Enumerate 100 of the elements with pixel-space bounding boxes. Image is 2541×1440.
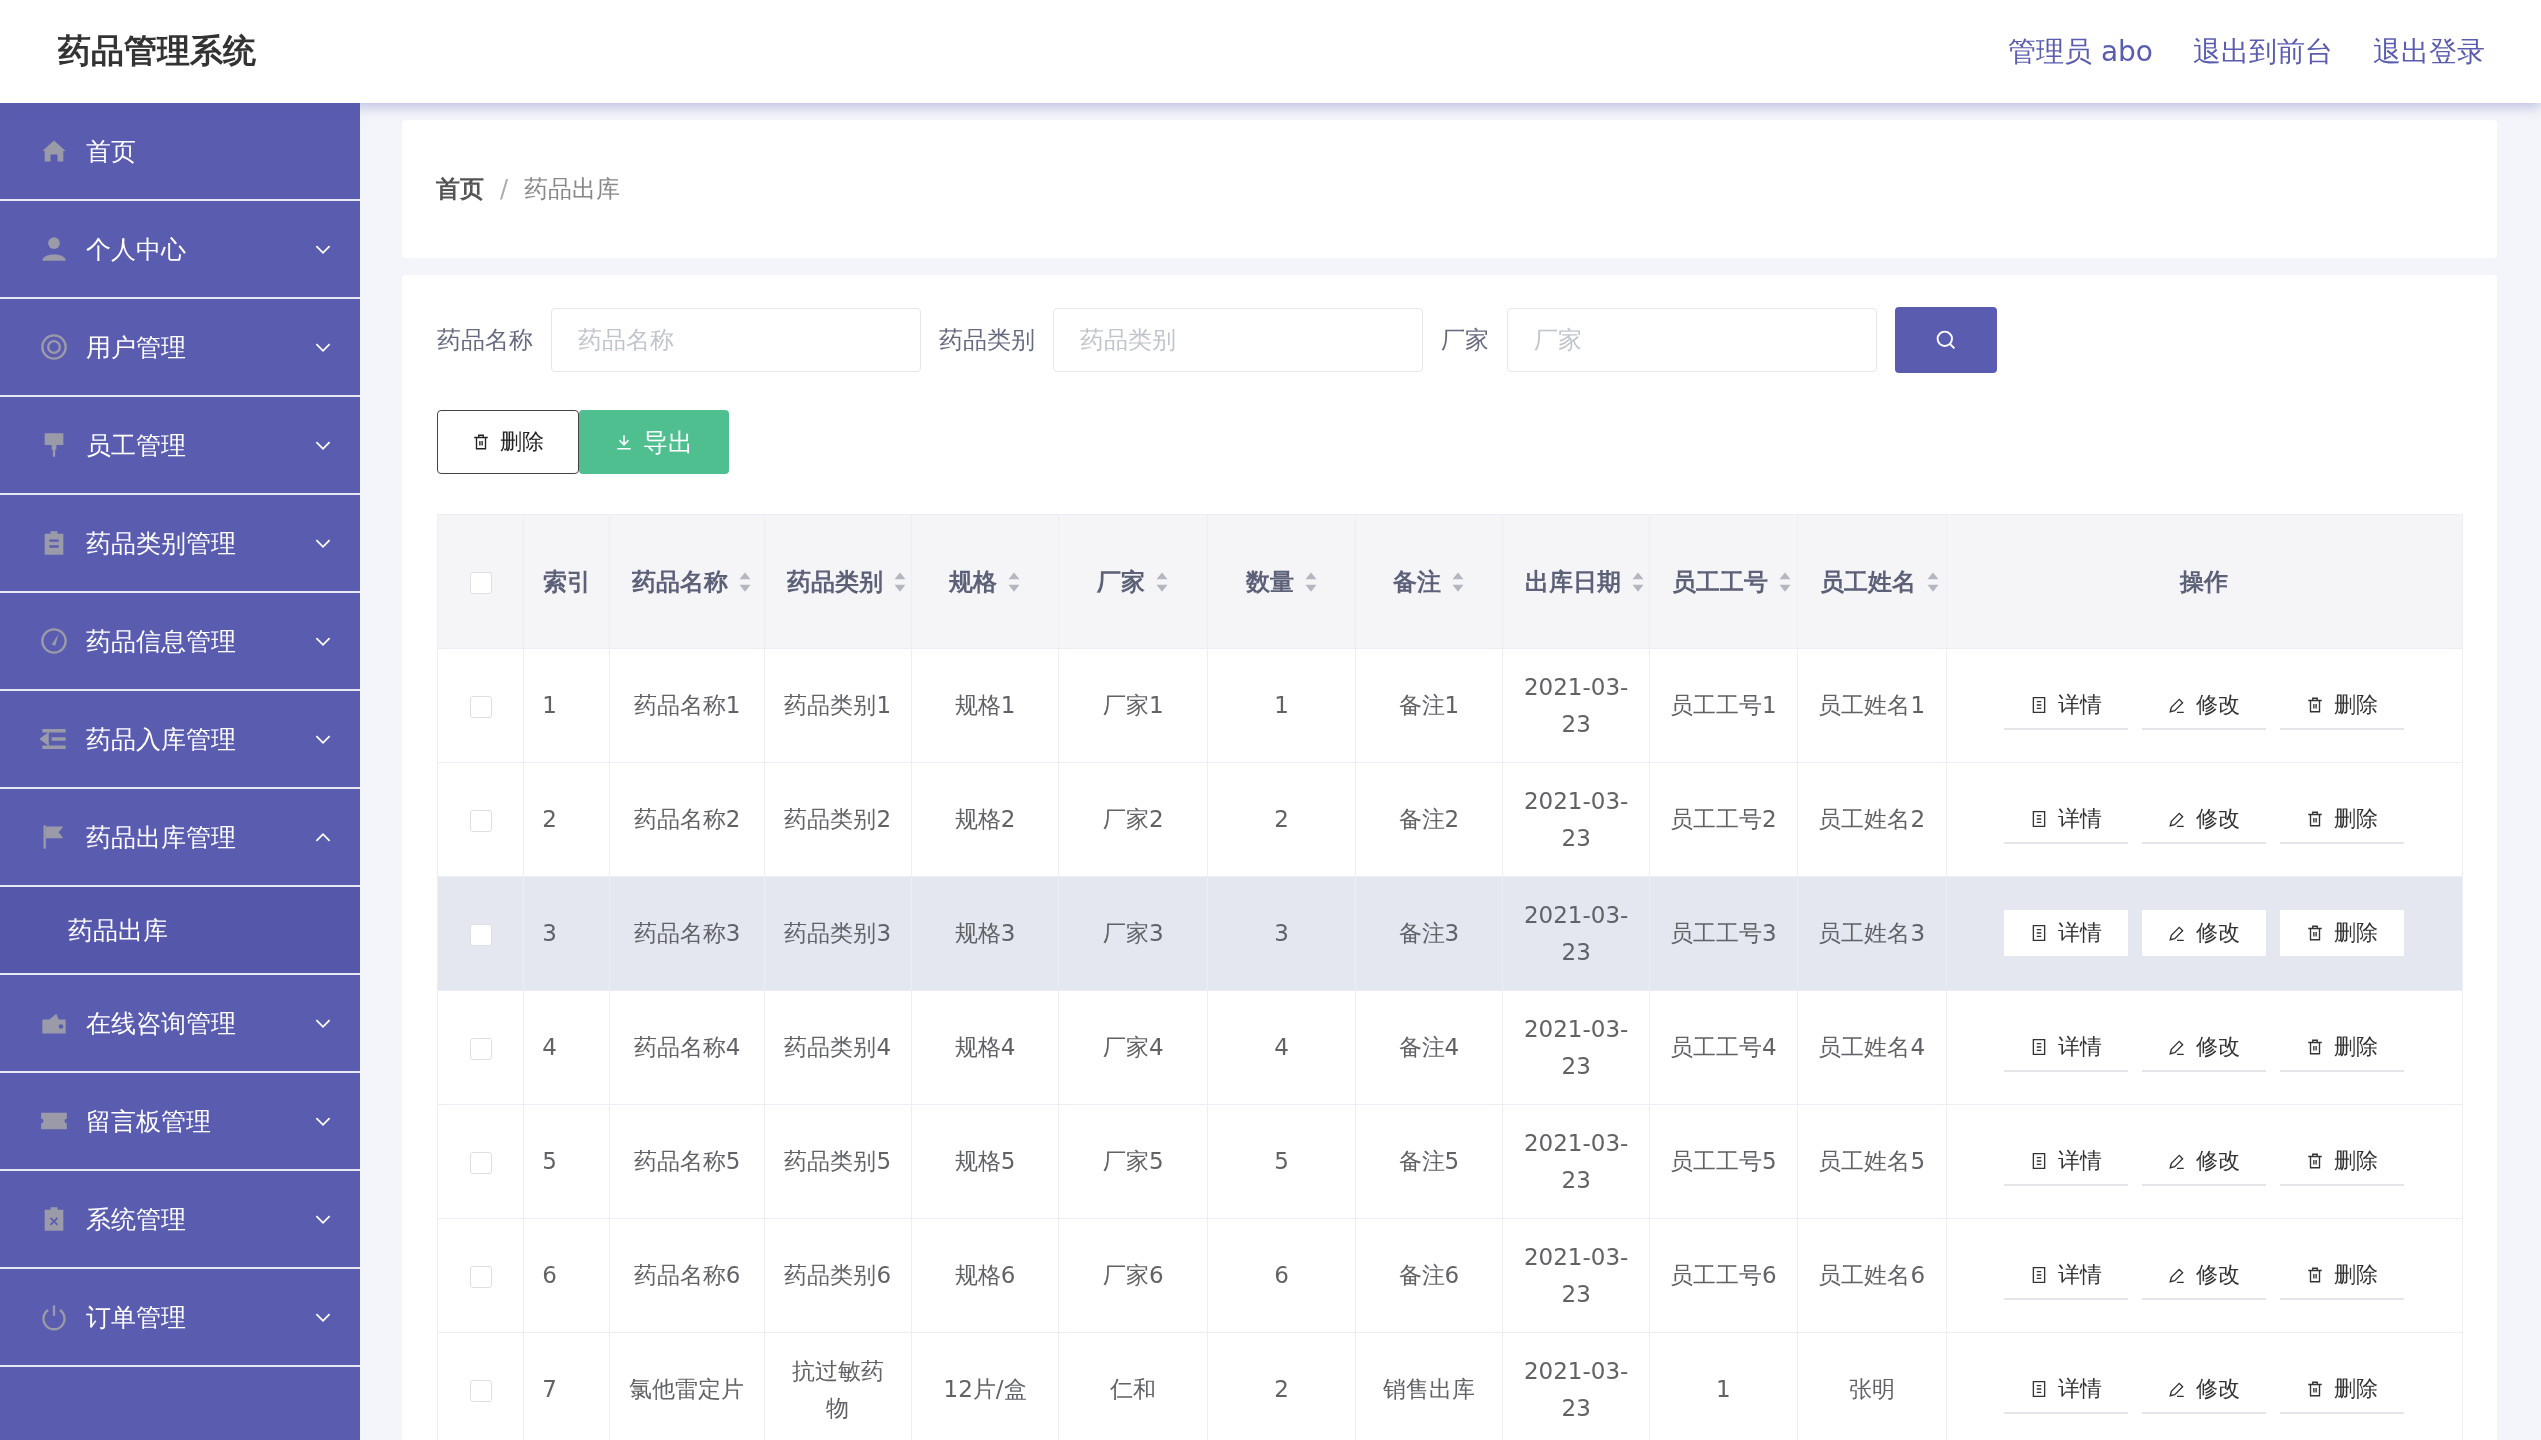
sort-icon[interactable] (1007, 570, 1022, 593)
sidebar-item[interactable]: 药品信息管理 (0, 593, 360, 691)
checkbox[interactable] (469, 1037, 492, 1060)
detail-button[interactable]: 详情 (2004, 909, 2129, 958)
search-field[interactable]: 药品名称 (551, 308, 921, 372)
sidebar-item[interactable]: 首页 (0, 103, 360, 201)
table-cell: 6 (542, 1262, 557, 1289)
sidebar-item[interactable]: 留言板管理 (0, 1073, 360, 1171)
header-link[interactable]: 退出登录 (2373, 32, 2485, 71)
table-cell: 备注6 (1398, 1262, 1460, 1289)
table-cell: 2021-03-23 (1523, 673, 1629, 737)
table-cell: 4 (542, 1034, 557, 1061)
header-link[interactable]: 退出到前台 (2193, 32, 2333, 71)
table-cell: 1 (1716, 1376, 1731, 1403)
column-header[interactable]: 索引 (542, 565, 591, 598)
search-icon (1934, 328, 1958, 352)
checkbox[interactable] (469, 572, 492, 594)
table-cell: 备注1 (1398, 692, 1460, 719)
checkbox[interactable] (469, 1379, 492, 1402)
sort-icon[interactable] (1631, 570, 1645, 593)
table-cell: 6 (1274, 1262, 1289, 1289)
checkbox[interactable] (469, 809, 492, 832)
edit-button[interactable]: 修改 (2142, 909, 2267, 958)
table-cell: 2 (542, 806, 557, 833)
table-cell: 仁和 (1110, 1376, 1157, 1403)
table-cell: 药品名称6 (633, 1262, 741, 1289)
sort-icon[interactable] (892, 570, 907, 593)
checkbox[interactable] (469, 695, 492, 718)
sidebar-item[interactable]: 个人中心 (0, 201, 360, 299)
person-icon (40, 235, 68, 263)
sort-icon[interactable] (738, 570, 753, 593)
column-header[interactable]: 员工姓名 (1819, 565, 1940, 598)
table-cell: 员工姓名3 (1818, 920, 1926, 947)
table-cell: 药品类别1 (784, 692, 892, 719)
table-cell: 药品名称2 (633, 806, 741, 833)
sidebar-item[interactable]: 在线咨询管理 (0, 975, 360, 1073)
breadcrumb-link[interactable]: 药品出库 (524, 173, 621, 205)
table-cell: 厂家6 (1103, 1262, 1164, 1289)
column-header[interactable]: 厂家 (1097, 565, 1170, 598)
column-header[interactable]: 操作 (2180, 565, 2229, 598)
table-cell: 药品类别2 (784, 806, 892, 833)
table-cell: 员工姓名4 (1818, 1034, 1926, 1061)
sidebar-subitem[interactable]: 药品出库 (0, 887, 360, 975)
table-cell: 药品名称3 (633, 920, 741, 947)
checkbox[interactable] (469, 1151, 492, 1174)
table-cell: 备注5 (1398, 1148, 1460, 1175)
sort-icon[interactable] (1925, 570, 1940, 593)
table-cell: 1 (1274, 692, 1289, 719)
table-cell: 药品类别3 (784, 920, 892, 947)
column-header[interactable]: 出库日期 (1525, 565, 1645, 598)
column-header[interactable]: 药品名称 (632, 565, 753, 598)
column-header[interactable]: 规格 (949, 565, 1022, 598)
table-cell: 厂家3 (1103, 920, 1164, 947)
checkbox[interactable] (469, 1265, 492, 1288)
checkbox[interactable] (469, 923, 492, 946)
power-icon (40, 1303, 68, 1331)
search-field[interactable]: 药品类别 (1053, 308, 1423, 372)
sort-icon[interactable] (1450, 570, 1465, 593)
table-cell: 4 (1274, 1034, 1289, 1061)
table-cell: 药品类别4 (784, 1034, 892, 1061)
column-header[interactable]: 数量 (1245, 565, 1318, 598)
table-cell: 员工姓名5 (1818, 1148, 1926, 1175)
table-cell: 药品类别6 (784, 1262, 892, 1289)
column-header[interactable]: 备注 (1392, 565, 1465, 598)
column-header[interactable]: 药品类别 (786, 565, 907, 598)
table-cell: 3 (542, 920, 557, 947)
table-cell: 12片/盒 (943, 1376, 1027, 1403)
sort-icon[interactable] (1778, 570, 1793, 593)
breadcrumb-separator: / (500, 175, 509, 203)
table-cell: 药品名称5 (633, 1148, 741, 1175)
trash-icon (2306, 695, 2325, 714)
table-cell: 2021-03-23 (1523, 1129, 1629, 1193)
sidebar-item[interactable]: 用户管理 (0, 299, 360, 397)
table-cell: 备注3 (1398, 920, 1460, 947)
column-header[interactable]: 员工工号 (1672, 565, 1793, 598)
delete-button[interactable]: 删除 (437, 410, 579, 474)
sidebar-item[interactable]: 药品类别管理 (0, 495, 360, 593)
sort-icon[interactable] (1303, 570, 1318, 593)
delete-button[interactable]: 删除 (2280, 909, 2405, 958)
table-cell: 2021-03-23 (1523, 787, 1629, 851)
trash-icon (2306, 1379, 2325, 1398)
search-button[interactable] (1895, 307, 1997, 373)
sidebar-item[interactable]: 员工管理 (0, 397, 360, 495)
sidebar-item[interactable]: 系统管理 (0, 1171, 360, 1269)
header-link[interactable]: 管理员 abo (2008, 32, 2153, 71)
search-field[interactable]: 厂家 (1507, 308, 1877, 372)
field-label: 药品类别 (939, 325, 1035, 356)
trash-icon (2306, 1265, 2325, 1284)
sidebar-item[interactable]: 药品入库管理 (0, 691, 360, 789)
breadcrumb-link[interactable]: 首页 (436, 173, 484, 205)
table-cell: 2021-03-23 (1523, 1357, 1629, 1421)
table-cell: 2021-03-23 (1523, 901, 1629, 965)
table-cell: 5 (1274, 1148, 1289, 1175)
ring-icon (40, 333, 68, 361)
trash-icon (2306, 923, 2325, 942)
sidebar-item[interactable]: 订单管理 (0, 1269, 360, 1367)
table-cell: 规格5 (954, 1148, 1016, 1175)
table-cell: 员工工号3 (1670, 920, 1777, 947)
sort-icon[interactable] (1155, 570, 1170, 593)
table-cell: 员工工号6 (1670, 1262, 1777, 1289)
